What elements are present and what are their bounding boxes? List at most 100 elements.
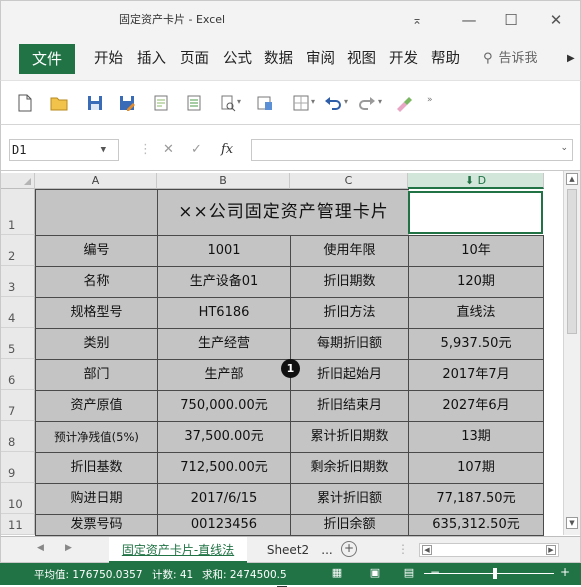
row-header[interactable]: 3 (1, 266, 35, 297)
data-cell[interactable]: 购进日期 (35, 483, 158, 515)
data-cell[interactable]: 类别 (35, 328, 158, 360)
row-header[interactable]: 7 (1, 390, 35, 421)
data-cell[interactable]: 编号 (35, 235, 158, 267)
data-cell[interactable]: 使用年限 (290, 235, 409, 267)
data-cell[interactable]: 120期 (408, 266, 544, 298)
cell-a1[interactable] (35, 189, 158, 236)
data-cell[interactable]: 635,312.50元 (408, 514, 544, 536)
data-cell[interactable]: 2017/6/15 (157, 483, 291, 515)
data-cell[interactable]: 00123456 (157, 514, 291, 536)
data-cell[interactable]: 生产设备01 (157, 266, 291, 298)
data-cell[interactable]: 发票号码 (35, 514, 158, 536)
scroll-thumb[interactable] (567, 189, 577, 334)
cancel-icon[interactable]: ✕ (163, 142, 174, 157)
data-cell[interactable]: 剩余折旧期数 (290, 452, 409, 484)
dropdown-arrow-icon[interactable]: ▾ (237, 97, 257, 117)
data-cell[interactable]: 折旧余额 (290, 514, 409, 536)
tab-page-layout[interactable]: 页面 (180, 44, 209, 74)
data-cell[interactable]: 2027年6月 (408, 390, 544, 422)
horizontal-scrollbar[interactable]: ◀ ▶ (419, 543, 559, 557)
zoom-in-button[interactable]: + (560, 565, 570, 579)
zoom-slider[interactable] (424, 573, 554, 574)
row-header[interactable]: 8 (1, 421, 35, 452)
add-sheet-button[interactable]: + (341, 541, 357, 557)
scroll-down-icon[interactable]: ▼ (566, 517, 578, 529)
column-header-a[interactable]: A (35, 173, 157, 189)
open-folder-icon[interactable] (49, 93, 69, 113)
more-sheets-button[interactable]: ... (317, 537, 337, 563)
data-cell[interactable]: 折旧起始月 (290, 359, 409, 391)
tell-me-search[interactable]: ⚲ 告诉我 (483, 44, 538, 74)
data-cell[interactable]: 累计折旧额 (290, 483, 409, 515)
data-cell[interactable]: 712,500.00元 (157, 452, 291, 484)
data-cell[interactable]: 5,937.50元 (408, 328, 544, 360)
tab-developer[interactable]: 开发 (389, 44, 418, 74)
chevron-down-icon[interactable]: ▼ (101, 140, 106, 160)
tab-home[interactable]: 开始 (94, 44, 123, 74)
sheet-nav-prev-icon[interactable]: ◀ (37, 543, 44, 553)
minimize-button[interactable]: — (449, 7, 489, 33)
data-cell[interactable]: 名称 (35, 266, 158, 298)
column-header-d[interactable]: ⬇ D (408, 173, 544, 189)
tab-view[interactable]: 视图 (347, 44, 376, 74)
data-cell[interactable]: 折旧结束月 (290, 390, 409, 422)
save-as-icon[interactable] (117, 93, 137, 113)
insert-function-icon[interactable]: fx (221, 142, 233, 157)
data-cell[interactable]: 10年 (408, 235, 544, 267)
preview-icon[interactable] (218, 93, 238, 113)
name-box[interactable]: D1 ▼ (9, 139, 119, 161)
maximize-button[interactable]: ☐ (491, 7, 531, 33)
cell-d1-selected[interactable] (408, 191, 543, 234)
tab-help[interactable]: 帮助 (431, 44, 460, 74)
column-header-b[interactable]: B (157, 173, 290, 189)
data-cell[interactable]: 每期折旧额 (290, 328, 409, 360)
ribbon-display-options-icon[interactable]: ⌅ (397, 7, 437, 33)
tab-insert[interactable]: 插入 (137, 44, 166, 74)
data-cell[interactable]: 107期 (408, 452, 544, 484)
sheet-tab-active[interactable]: 固定资产卡片-直线法 (109, 537, 247, 563)
data-cell[interactable]: 资产原值 (35, 390, 158, 422)
enter-icon[interactable]: ✓ (191, 142, 202, 157)
data-cell[interactable]: 折旧基数 (35, 452, 158, 484)
print-icon[interactable] (184, 93, 204, 113)
row-header[interactable]: 10 (1, 483, 35, 514)
format-painter-icon[interactable] (255, 93, 275, 113)
sheet-nav-next-icon[interactable]: ▶ (65, 543, 72, 553)
more-icon[interactable]: » (427, 95, 447, 115)
undo-icon[interactable] (323, 93, 343, 113)
clear-icon[interactable] (393, 93, 413, 113)
row-header[interactable]: 9 (1, 452, 35, 483)
select-all-corner[interactable] (1, 173, 35, 189)
normal-view-icon[interactable]: ▦ (330, 566, 344, 580)
data-cell[interactable]: 直线法 (408, 297, 544, 329)
data-cell[interactable]: 生产经营 (157, 328, 291, 360)
tab-file[interactable]: 文件 (19, 44, 75, 74)
tab-formulas[interactable]: 公式 (223, 44, 252, 74)
data-cell[interactable]: 部门 (35, 359, 158, 391)
row-header[interactable]: 2 (1, 235, 35, 266)
data-cell[interactable]: 77,187.50元 (408, 483, 544, 515)
scroll-left-icon[interactable]: ◀ (422, 545, 432, 555)
borders-icon[interactable] (291, 93, 311, 113)
save-icon[interactable] (85, 93, 105, 113)
row-header[interactable]: 5 (1, 328, 35, 359)
data-cell[interactable]: 累计折旧期数 (290, 421, 409, 453)
row-header[interactable]: 4 (1, 297, 35, 328)
formula-input[interactable]: ⌄ (251, 139, 573, 161)
data-cell[interactable]: 规格型号 (35, 297, 158, 329)
scroll-up-icon[interactable]: ▲ (566, 173, 578, 185)
column-header-c[interactable]: C (290, 173, 408, 189)
redo-icon[interactable] (357, 93, 377, 113)
chevron-down-icon[interactable]: ⌄ (560, 143, 568, 153)
tab-data[interactable]: 数据 (264, 44, 293, 74)
data-cell[interactable]: 折旧期数 (290, 266, 409, 298)
row-header[interactable]: 1 (1, 189, 35, 235)
data-cell[interactable]: 生产部 (157, 359, 291, 391)
data-cell[interactable]: HT6186 (157, 297, 291, 329)
data-cell[interactable]: 2017年7月 (408, 359, 544, 391)
zoom-thumb[interactable] (493, 568, 497, 579)
sheet-title-cell[interactable]: ××公司固定资产管理卡片 (157, 189, 409, 236)
tab-review[interactable]: 审阅 (306, 44, 335, 74)
data-cell[interactable]: 750,000.00元 (157, 390, 291, 422)
worksheet-grid[interactable]: A B C ⬇ D 1 2 3 4 5 6 7 8 9 10 11 ××公司固定… (0, 170, 581, 536)
